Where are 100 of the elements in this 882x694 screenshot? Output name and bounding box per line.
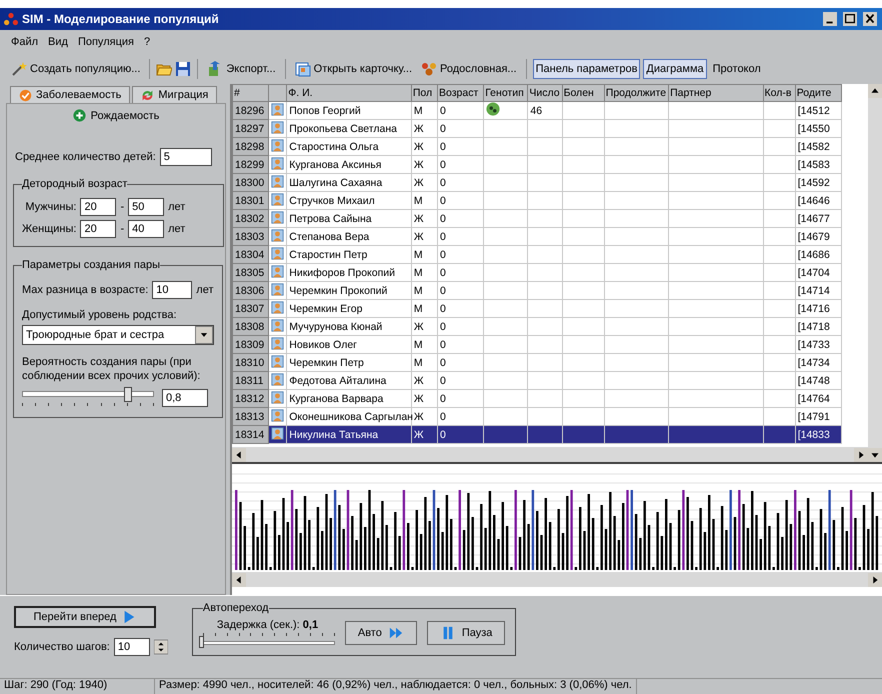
scroll-up-icon[interactable]: [868, 84, 882, 98]
scroll-right-icon[interactable]: [868, 572, 882, 586]
maximize-icon[interactable]: [842, 12, 858, 26]
table-row[interactable]: 18299 Курганова Аксинья Ж 0 [14583: [232, 156, 842, 174]
table-cell: [14550: [795, 120, 842, 138]
column-header[interactable]: Партнер: [668, 84, 764, 102]
slider-track[interactable]: [22, 391, 154, 397]
person-icon[interactable]: [271, 192, 284, 206]
column-header[interactable]: Генотип: [484, 84, 528, 102]
horizontal-scrollbar[interactable]: [232, 447, 868, 462]
spin-field[interactable]: 10: [114, 638, 150, 656]
person-icon[interactable]: [271, 228, 284, 242]
table-row[interactable]: 18302 Петрова Сайына Ж 0 [14677: [232, 210, 842, 228]
toggle-button[interactable]: Диаграмма: [643, 59, 707, 79]
person-icon[interactable]: [271, 336, 284, 350]
pause-button[interactable]: Пауза: [426, 620, 506, 644]
spin-arrows-icon[interactable]: [154, 638, 168, 656]
column-header[interactable]: Кол-в: [763, 84, 796, 102]
column-header[interactable]: #: [232, 84, 269, 102]
table-row[interactable]: 18311 Федотова Айталина Ж 0 [14748: [232, 372, 842, 390]
slider-thumb[interactable]: [198, 636, 204, 648]
person-icon[interactable]: [271, 282, 284, 296]
arrows-icon: [141, 88, 154, 102]
table-row[interactable]: 18300 Шалугина Сахаяна Ж 0 [14592: [232, 174, 842, 192]
toggle-button[interactable]: Протокол: [710, 59, 764, 79]
person-icon[interactable]: [271, 354, 284, 368]
table-row[interactable]: 18308 Мучурунова Кюнай Ж 0 [14718: [232, 318, 842, 336]
group-title: Параметры создания пары: [22, 259, 160, 271]
toolbar-button[interactable]: Открыть карточку...: [292, 59, 416, 79]
person-icon[interactable]: [271, 372, 284, 386]
menu-item[interactable]: Популяция: [76, 36, 135, 50]
minimize-icon[interactable]: [822, 12, 838, 26]
forward-button[interactable]: Перейти вперед: [14, 606, 156, 628]
save-icon[interactable]: [175, 61, 192, 77]
input-field[interactable]: 40: [128, 220, 164, 238]
person-icon[interactable]: [271, 102, 284, 116]
table-row[interactable]: 18296 Попов Георгий М 0 46 [14512: [232, 102, 842, 120]
table-row[interactable]: 18297 Прокопьева Светлана Ж 0 [14550: [232, 120, 842, 138]
tab[interactable]: Миграция: [132, 86, 218, 103]
column-header[interactable]: Число: [528, 84, 562, 102]
table-cell: Старостина Ольга: [286, 138, 412, 156]
table-row[interactable]: 18301 Стручков Михаил М 0 [14646: [232, 192, 842, 210]
horizontal-scrollbar[interactable]: [232, 572, 882, 587]
column-header[interactable]: Болен: [562, 84, 604, 102]
table-row[interactable]: 18304 Старостин Петр М 0 [14686: [232, 246, 842, 264]
person-icon[interactable]: [271, 138, 284, 152]
person-icon[interactable]: [271, 156, 284, 170]
table-row[interactable]: 18305 Никифоров Прокопий М 0 [14704: [232, 264, 842, 282]
menu-item[interactable]: Файл: [10, 36, 40, 50]
table-row[interactable]: 18314 Никулина Татьяна Ж 0 [14833: [232, 426, 842, 444]
scroll-left-icon[interactable]: [232, 448, 246, 462]
menu-item[interactable]: ?: [142, 36, 152, 50]
input-field[interactable]: 20: [80, 198, 116, 216]
column-header[interactable]: Пол: [411, 84, 438, 102]
scroll-left-icon[interactable]: [232, 572, 246, 586]
scroll-down-icon[interactable]: [868, 448, 882, 462]
auto-button[interactable]: Авто: [344, 620, 417, 644]
input-field[interactable]: 20: [80, 220, 116, 238]
person-icon[interactable]: [271, 300, 284, 314]
table-cell: М: [411, 300, 438, 318]
column-header[interactable]: Родите: [795, 84, 842, 102]
tab[interactable]: Заболеваемость: [10, 86, 130, 103]
column-header[interactable]: Ф. И.: [286, 84, 412, 102]
table-cell: Ж: [411, 156, 438, 174]
close-icon[interactable]: [862, 12, 878, 26]
person-icon[interactable]: [271, 390, 284, 404]
person-icon[interactable]: [271, 120, 284, 134]
person-icon[interactable]: [271, 174, 284, 188]
slider-thumb[interactable]: [124, 387, 132, 402]
toolbar-button[interactable]: Создать популяцию...: [8, 59, 144, 79]
vertical-scrollbar[interactable]: [868, 84, 882, 462]
table-cell: [14716: [795, 300, 842, 318]
person-icon[interactable]: [271, 426, 284, 440]
field-label: Допустимый уровень родства:: [22, 309, 178, 321]
toolbar-button[interactable]: Родословная...: [418, 59, 520, 79]
dropdown[interactable]: Троюродные брат и сестра: [22, 325, 214, 345]
table-row[interactable]: 18309 Новиков Олег М 0 [14733: [232, 336, 842, 354]
input-field[interactable]: 5: [160, 148, 212, 166]
column-header[interactable]: Продолжите: [604, 84, 669, 102]
column-header[interactable]: Возраст: [437, 84, 484, 102]
scroll-right-icon[interactable]: [854, 448, 868, 462]
person-icon[interactable]: [271, 210, 284, 224]
person-icon[interactable]: [271, 246, 284, 260]
menu-item[interactable]: Вид: [47, 36, 69, 50]
table-row[interactable]: 18307 Черемкин Егор М 0 [14716: [232, 300, 842, 318]
input-field[interactable]: 0,8: [162, 389, 208, 407]
table-row[interactable]: 18303 Степанова Вера Ж 0 [14679: [232, 228, 842, 246]
table-row[interactable]: 18310 Черемкин Петр М 0 [14734: [232, 354, 842, 372]
table-row[interactable]: 18298 Старостина Ольга Ж 0 [14582: [232, 138, 842, 156]
person-icon[interactable]: [271, 318, 284, 332]
toggle-button[interactable]: Панель параметров: [532, 59, 640, 79]
table-row[interactable]: 18306 Черемкин Прокопий М 0 [14714: [232, 282, 842, 300]
table-row[interactable]: 18312 Курганова Варвара Ж 0 [14764: [232, 390, 842, 408]
person-icon[interactable]: [271, 264, 284, 278]
input-field[interactable]: 50: [128, 198, 164, 216]
input-field[interactable]: 10: [152, 281, 192, 299]
slider-track[interactable]: [202, 640, 335, 644]
toolbar-button[interactable]: Экспорт...: [204, 59, 279, 79]
person-icon[interactable]: [271, 408, 284, 422]
table-cell: Шалугина Сахаяна: [286, 174, 412, 192]
